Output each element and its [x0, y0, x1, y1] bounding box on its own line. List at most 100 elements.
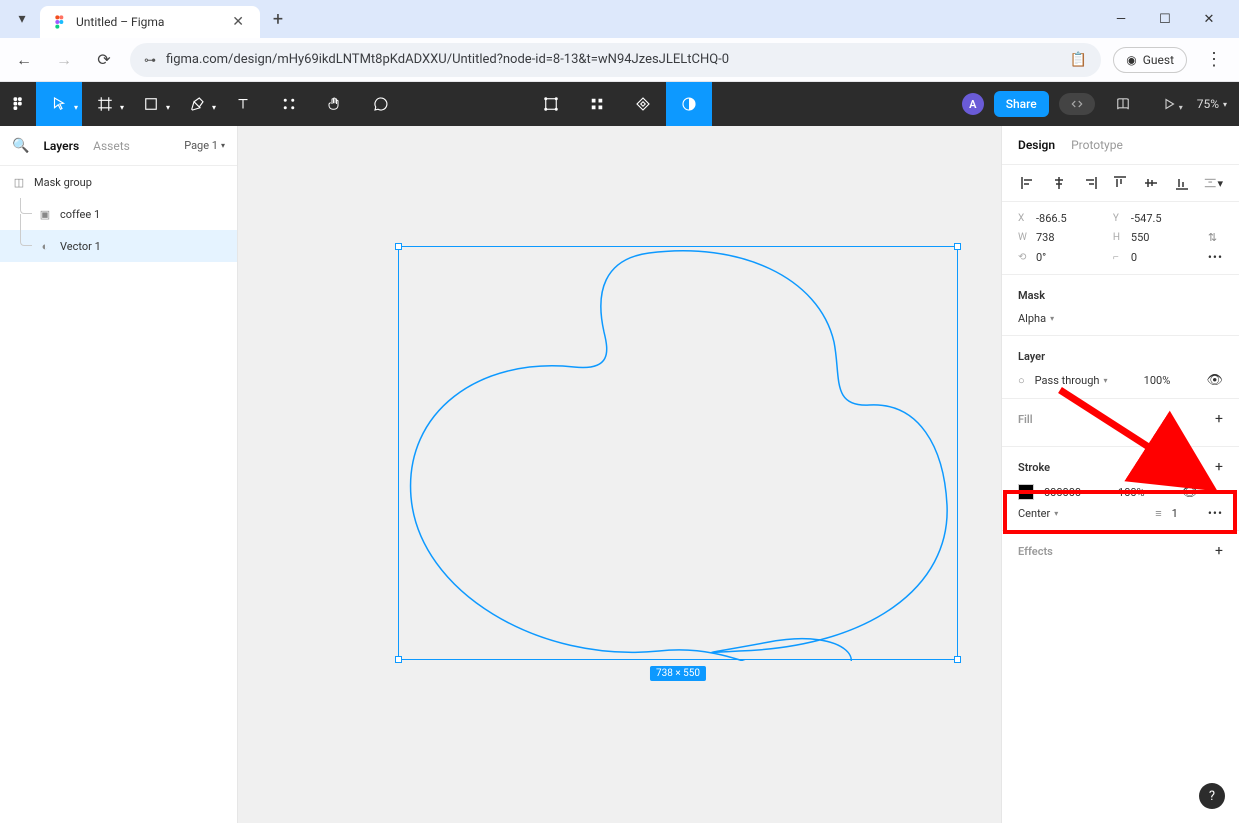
- canvas[interactable]: 738 × 550: [238, 126, 1001, 823]
- layer-mask-group[interactable]: ◫ Mask group: [0, 166, 237, 198]
- shape-tool-button[interactable]: ▾: [128, 82, 174, 126]
- zoom-value: 75%: [1197, 97, 1219, 111]
- nav-forward-button[interactable]: →: [50, 46, 78, 74]
- stroke-weight-field[interactable]: 1: [1172, 507, 1178, 520]
- stroke-advanced-icon[interactable]: •••: [1208, 506, 1223, 520]
- visibility-toggle-icon[interactable]: 👁: [1206, 373, 1223, 388]
- stroke-swatch[interactable]: [1018, 484, 1034, 500]
- text-icon: [234, 95, 252, 113]
- browser-menu-button[interactable]: ⋮: [1199, 49, 1229, 70]
- new-tab-button[interactable]: +: [264, 5, 292, 33]
- tab-design[interactable]: Design: [1018, 138, 1055, 152]
- pen-icon: [188, 95, 206, 113]
- design-panel: Design Prototype ▾ X-866.5 Y-547.5 W738 …: [1001, 126, 1239, 823]
- assets-tab[interactable]: Assets: [93, 139, 130, 153]
- selection-bounds[interactable]: 738 × 550: [398, 246, 958, 660]
- tab-search-button[interactable]: ▾: [8, 5, 36, 33]
- guest-label: Guest: [1143, 53, 1174, 67]
- browser-toolbar: ← → ⟳ ⊶ figma.com/design/mHy69ikdLNTMt8p…: [0, 38, 1239, 82]
- layer-vector-1[interactable]: ◐ Vector 1: [0, 230, 237, 262]
- profile-guest-chip[interactable]: ◉ Guest: [1113, 47, 1187, 73]
- image-icon: ▣: [38, 207, 52, 221]
- mask-button[interactable]: [620, 82, 666, 126]
- nav-back-button[interactable]: ←: [10, 46, 38, 74]
- layer-label: coffee 1: [60, 208, 100, 221]
- user-avatar[interactable]: A: [962, 93, 984, 115]
- stroke-opacity-field[interactable]: 100%: [1118, 486, 1145, 499]
- window-maximize-button[interactable]: ☐: [1153, 12, 1177, 27]
- stroke-align-dropdown[interactable]: Center▾: [1018, 507, 1058, 520]
- resources-button[interactable]: [266, 82, 312, 126]
- zoom-control[interactable]: 75%▾: [1197, 97, 1227, 111]
- effects-section: Effects +: [1002, 531, 1239, 578]
- align-left-icon[interactable]: [1018, 173, 1038, 193]
- distribute-icon[interactable]: ▾: [1203, 173, 1223, 193]
- url-bar[interactable]: ⊶ figma.com/design/mHy69ikdLNTMt8pKdADXX…: [130, 43, 1101, 77]
- dimensions-badge: 738 × 550: [650, 666, 706, 681]
- contrast-icon: [680, 95, 698, 113]
- share-button[interactable]: Share: [994, 91, 1049, 117]
- comment-icon: [372, 95, 390, 113]
- align-hcenter-icon[interactable]: [1049, 173, 1069, 193]
- rectangle-icon: [142, 95, 160, 113]
- window-minimize-button[interactable]: —: [1109, 12, 1133, 27]
- library-button[interactable]: [1105, 82, 1141, 126]
- stroke-weight-icon: ≡: [1155, 507, 1161, 520]
- width-field[interactable]: W738: [1018, 231, 1109, 244]
- help-button[interactable]: ?: [1199, 783, 1225, 809]
- align-vcenter-icon[interactable]: [1141, 173, 1161, 193]
- rotation-field[interactable]: ⟲0°: [1018, 251, 1109, 264]
- search-icon[interactable]: 🔍: [12, 138, 29, 154]
- height-field[interactable]: H550: [1113, 231, 1204, 244]
- figma-favicon-icon: [52, 14, 68, 30]
- cursor-icon: [50, 95, 68, 113]
- align-top-icon[interactable]: [1110, 173, 1130, 193]
- move-tool-button[interactable]: ▾: [36, 82, 82, 126]
- corner-radius-field[interactable]: ⌐0: [1113, 251, 1204, 264]
- browser-tab[interactable]: Untitled – Figma ✕: [40, 6, 260, 38]
- opacity-field[interactable]: 100%: [1144, 374, 1171, 387]
- layers-tab[interactable]: Layers: [43, 139, 79, 153]
- dev-mode-toggle[interactable]: [1059, 93, 1095, 115]
- add-effect-button[interactable]: +: [1215, 543, 1223, 559]
- page-selector[interactable]: Page 1▾: [184, 139, 225, 152]
- boolean-button[interactable]: [666, 82, 712, 126]
- vector-shape: [399, 247, 959, 661]
- align-bottom-icon[interactable]: [1172, 173, 1192, 193]
- stroke-color-field[interactable]: 000000: [1044, 486, 1081, 499]
- layer-label: Vector 1: [60, 240, 101, 253]
- text-tool-button[interactable]: [220, 82, 266, 126]
- tab-close-icon[interactable]: ✕: [228, 14, 248, 30]
- url-text: figma.com/design/mHy69ikdLNTMt8pKdADXXU/…: [166, 52, 1060, 67]
- stroke-styles-icon[interactable]: ∷: [1191, 461, 1199, 475]
- effects-title: Effects: [1018, 545, 1223, 558]
- frame-tool-button[interactable]: ▾: [82, 82, 128, 126]
- constrain-proportions-icon[interactable]: ⇅: [1208, 231, 1223, 244]
- blend-mode-dropdown[interactable]: Pass through▾: [1035, 374, 1108, 387]
- pen-tool-button[interactable]: ▾: [174, 82, 220, 126]
- x-field[interactable]: X-866.5: [1018, 212, 1109, 225]
- figma-menu-button[interactable]: [0, 82, 36, 126]
- add-stroke-button[interactable]: +: [1215, 459, 1223, 475]
- y-field[interactable]: Y-547.5: [1113, 212, 1204, 225]
- hand-tool-button[interactable]: [312, 82, 358, 126]
- layer-coffee-1[interactable]: ▣ coffee 1: [0, 198, 237, 230]
- clipboard-icon[interactable]: 📋: [1070, 52, 1087, 68]
- site-info-icon[interactable]: ⊶: [144, 53, 156, 67]
- comment-tool-button[interactable]: [358, 82, 404, 126]
- present-button[interactable]: ▾: [1151, 82, 1187, 126]
- stroke-visibility-icon[interactable]: 👁: [1182, 485, 1199, 500]
- add-fill-button[interactable]: +: [1215, 411, 1223, 427]
- window-close-button[interactable]: ✕: [1197, 12, 1221, 27]
- fill-section: Fill +: [1002, 399, 1239, 447]
- mask-type-dropdown[interactable]: Alpha▾: [1018, 312, 1223, 325]
- edit-object-button[interactable]: [528, 82, 574, 126]
- component-button[interactable]: [574, 82, 620, 126]
- figma-toolbar: ▾ ▾ ▾ ▾ A Share ▾ 75%▾: [0, 82, 1239, 126]
- remove-stroke-icon[interactable]: —: [1208, 484, 1223, 500]
- align-right-icon[interactable]: [1080, 173, 1100, 193]
- nav-reload-button[interactable]: ⟳: [90, 46, 118, 74]
- more-options-icon[interactable]: •••: [1208, 250, 1223, 264]
- blend-icon[interactable]: ○: [1018, 374, 1025, 387]
- tab-prototype[interactable]: Prototype: [1071, 138, 1123, 152]
